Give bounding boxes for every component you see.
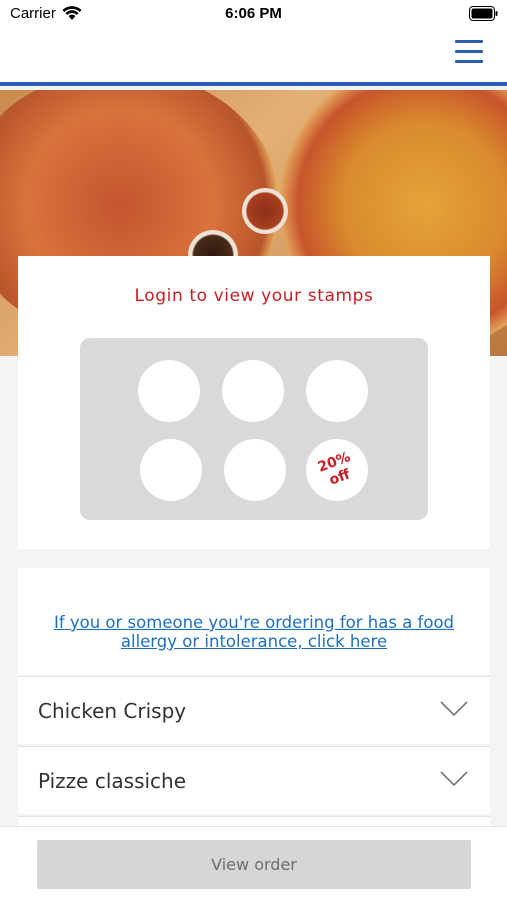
sauce-cup [242, 188, 288, 234]
chevron-down-icon [440, 701, 468, 717]
nav-bar [0, 30, 507, 86]
reward-label: 20% off [297, 430, 376, 509]
stamp-board: 20% off [80, 338, 428, 520]
battery-icon [469, 6, 498, 21]
reward-stamp: 20% off [306, 439, 368, 501]
stamp-slot [222, 360, 284, 422]
stamp-slot [138, 360, 200, 422]
view-order-button[interactable]: View order [37, 840, 471, 889]
category-chicken-crispy[interactable]: Chicken Crispy [18, 676, 490, 744]
allergy-link[interactable]: If you or someone you're ordering for ha… [38, 613, 470, 651]
status-time: 6:06 PM [225, 5, 282, 22]
stamp-card-title[interactable]: Login to view your stamps [18, 286, 490, 306]
stamp-slot [140, 439, 202, 501]
stamp-slot [306, 360, 368, 422]
category-label: Pizze classiche [38, 769, 187, 793]
allergy-info-card: If you or someone you're ordering for ha… [18, 568, 490, 675]
footer-bar: View order [0, 826, 507, 900]
hamburger-menu-icon[interactable] [455, 40, 483, 64]
loyalty-stamp-card: Login to view your stamps 20% off [18, 256, 490, 549]
status-bar: Carrier 6:06 PM [0, 0, 507, 30]
category-pizze-classiche[interactable]: Pizze classiche [18, 746, 490, 814]
chevron-down-icon [440, 771, 468, 787]
category-label: Chicken Crispy [38, 699, 187, 723]
stamp-slot [224, 439, 286, 501]
